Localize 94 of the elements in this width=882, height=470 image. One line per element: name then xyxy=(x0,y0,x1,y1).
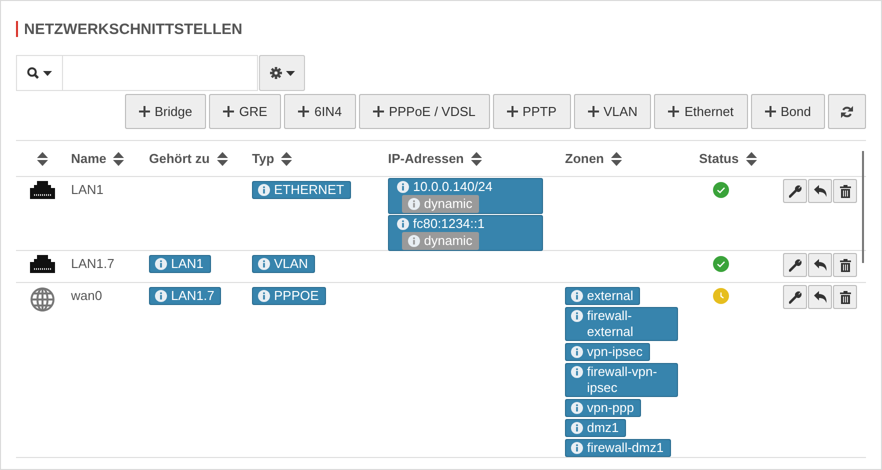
info-icon xyxy=(397,181,409,193)
scrollbar[interactable] xyxy=(862,151,864,263)
add-button[interactable]: Ethernet xyxy=(654,94,748,129)
ethernet-port-icon xyxy=(30,181,54,199)
info-icon xyxy=(258,290,270,302)
column-header[interactable]: IP-Adressen xyxy=(388,151,464,166)
revert-button[interactable] xyxy=(808,285,832,309)
zone-tag: external xyxy=(565,287,640,305)
info-icon xyxy=(571,422,583,434)
ethernet-port-icon xyxy=(30,255,54,273)
add-button[interactable]: PPPoE / VDSL xyxy=(358,94,490,129)
trash-icon xyxy=(840,184,850,198)
column-header[interactable]: Gehört zu xyxy=(149,151,210,166)
add-button[interactable]: Bond xyxy=(750,94,825,129)
add-button[interactable]: PPTP xyxy=(492,94,570,129)
info-icon xyxy=(258,184,270,196)
settings-icon xyxy=(270,67,282,79)
edit-button[interactable] xyxy=(783,253,807,277)
delete-button[interactable] xyxy=(833,253,857,277)
sort-icon xyxy=(611,152,622,166)
sort-icon xyxy=(216,152,228,166)
type-tag: VLAN xyxy=(252,255,315,273)
reply-icon xyxy=(814,291,826,303)
info-icon xyxy=(397,218,409,230)
zone-tag: firewall-dmz1 xyxy=(565,439,671,457)
info-icon xyxy=(571,346,583,358)
interface-name: LAN1.7 xyxy=(71,256,114,271)
trash-icon xyxy=(840,258,850,272)
revert-button[interactable] xyxy=(808,253,832,277)
info-icon xyxy=(155,290,167,302)
revert-button[interactable] xyxy=(808,179,832,203)
delete-button[interactable] xyxy=(833,179,857,203)
page-title: NETZWERKSCHNITTSTELLEN xyxy=(24,20,242,38)
ip-address: 10.0.0.140/24 xyxy=(413,179,493,195)
search-icon xyxy=(27,67,39,79)
trash-icon xyxy=(840,290,850,304)
column-header[interactable]: Name xyxy=(71,151,106,166)
search-menu-button[interactable] xyxy=(16,55,63,91)
wrench-icon xyxy=(788,290,802,304)
plus-icon xyxy=(223,106,234,117)
interface-name: wan0 xyxy=(71,288,102,303)
add-button[interactable]: Bridge xyxy=(124,94,206,129)
sort-icon xyxy=(281,152,292,166)
caret-icon xyxy=(43,70,52,76)
zone-tag: dmz1 xyxy=(565,419,626,437)
mode-tag: dynamic xyxy=(402,232,480,250)
info-icon xyxy=(155,258,167,270)
column-header[interactable]: Typ xyxy=(252,151,274,166)
plus-icon xyxy=(668,106,680,117)
mode-tag: dynamic xyxy=(402,195,480,213)
delete-button[interactable] xyxy=(833,285,857,309)
interface-name: LAN1 xyxy=(71,182,104,197)
parent-tag: LAN1 xyxy=(149,255,211,273)
plus-icon xyxy=(372,106,384,117)
plus-icon xyxy=(588,106,598,117)
sort-icon xyxy=(36,152,48,166)
plus-icon xyxy=(138,106,150,117)
refresh-button[interactable] xyxy=(828,94,866,129)
sort-icon xyxy=(113,152,124,166)
info-icon xyxy=(571,290,583,302)
info-icon xyxy=(258,258,270,270)
wrench-icon xyxy=(788,184,802,198)
edit-button[interactable] xyxy=(783,179,807,203)
wrench-icon xyxy=(788,258,802,272)
add-button[interactable]: VLAN xyxy=(574,94,652,129)
sort-icon xyxy=(746,152,757,166)
info-icon xyxy=(408,198,420,210)
info-icon xyxy=(408,235,420,247)
column-header[interactable]: Zonen xyxy=(565,151,604,166)
add-button[interactable]: GRE xyxy=(209,94,282,129)
plus-icon xyxy=(506,106,518,117)
add-button[interactable]: 6IN4 xyxy=(284,94,356,129)
info-icon xyxy=(571,402,583,414)
info-icon xyxy=(571,310,583,322)
zone-tag: vpn-ppp xyxy=(565,399,641,417)
info-icon xyxy=(571,366,583,378)
reply-icon xyxy=(814,185,826,197)
caret-icon xyxy=(286,70,294,76)
column-header[interactable]: Status xyxy=(699,151,739,166)
sort-icon xyxy=(470,152,482,166)
plus-icon xyxy=(298,106,310,117)
reply-icon xyxy=(814,259,826,271)
ip-address: fc80:1234::1 xyxy=(413,216,485,232)
zone-tag: vpn-ipsec xyxy=(565,343,650,361)
edit-button[interactable] xyxy=(783,285,807,309)
info-icon xyxy=(571,442,583,454)
settings-button[interactable] xyxy=(259,55,305,91)
refresh-icon xyxy=(841,106,853,118)
type-tag: ETHERNET xyxy=(252,181,352,199)
parent-tag: LAN1.7 xyxy=(149,287,222,305)
globe-icon xyxy=(30,287,54,312)
search-field[interactable] xyxy=(63,55,258,91)
plus-icon xyxy=(764,106,776,117)
type-tag: PPPOE xyxy=(252,287,326,305)
